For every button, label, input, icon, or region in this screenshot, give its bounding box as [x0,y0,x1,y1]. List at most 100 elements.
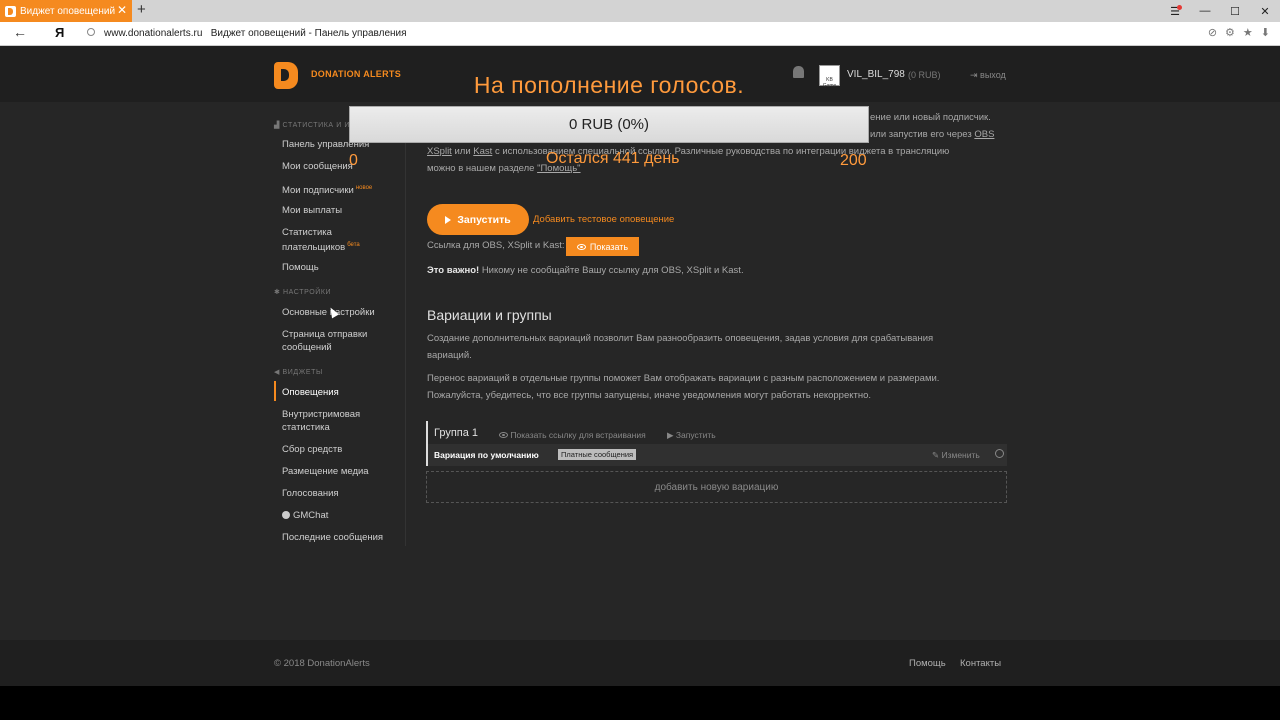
edit-label: Изменить [941,450,980,460]
xsplit-link[interactable]: XSplit [427,146,452,157]
intro-text-fragment: можно в нашем разделе [427,163,535,174]
launch-button[interactable]: Запустить [427,204,529,235]
goal-target-value: 200 [840,152,867,169]
add-test-alert-link[interactable]: Добавить тестовое оповещение [533,214,674,225]
obs-link-label: Ссылка для OBS, XSplit и Kast: [427,240,565,251]
sidebar-item-payer-stats[interactable]: Статистика плательщиков бета [282,226,406,254]
group-launch-button[interactable]: ▶ Запустить [667,430,716,441]
sidebar-item-gmchat[interactable]: GMChat [282,509,406,522]
new-tab-button[interactable]: + [137,1,146,18]
sidebar-section-settings: ✱ НАСТРОЙКИ [274,289,332,296]
variations-desc-2b: Пожалуйста, убедитесь, что все группы за… [427,390,872,401]
sidebar-section-widgets: ◀ ВИДЖЕТЫ [274,369,323,376]
browser-menu-icon[interactable]: ☰ [1160,0,1190,22]
show-link-button[interactable]: Показать [566,237,639,256]
goal-days-left: Остался 441 день [546,150,680,167]
browser-tab-active[interactable]: Виджет оповещений - П ✕ [0,0,132,22]
new-badge: новое [355,185,373,191]
footer-help-link[interactable]: Помощь [909,658,946,669]
sidebar-item-main-settings[interactable]: Основные настройки [282,306,406,319]
gmchat-icon [282,511,290,519]
kast-link[interactable]: Kast [473,146,492,157]
tab-close-icon[interactable]: ✕ [117,3,127,17]
sidebar-item-send-page[interactable]: Страница отправки сообщений [282,328,406,354]
close-window-button[interactable]: ✕ [1250,0,1280,22]
maximize-button[interactable]: ☐ [1220,0,1250,22]
intro-text-fragment: или запустив его через [870,129,972,140]
add-variation-button[interactable]: добавить новую вариацию [426,471,1007,503]
variation-options-icon[interactable] [995,449,1004,458]
sidebar-item-subscribers[interactable]: Мои подписчики новое [282,182,406,197]
sidebar-item-media[interactable]: Размещение медиа [282,465,406,478]
goal-progress-bar: 0 RUB (0%) [349,106,869,143]
launch-button-label: Запустить [457,213,511,226]
sidebar-item-fundraising[interactable]: Сбор средств [282,443,406,456]
url-page-title: Виджет оповещений - Панель управления [210,28,407,39]
sidebar-item-stream-stats[interactable]: Внутристримовая статистика [282,408,406,434]
url-domain: www.donationalerts.ru [104,28,203,39]
variation-name: Вариация по умолчанию [434,450,539,460]
address-bar: ← Я www.donationalerts.ru Виджет оповеще… [0,22,1280,46]
eye-icon [576,243,586,250]
warning-bold: Это важно! [427,265,480,276]
group-header: Группа 1 Показать ссылку для встраивания… [426,421,1007,444]
active-indicator [274,381,276,401]
show-button-label: Показать [589,241,629,252]
back-arrow-icon[interactable]: ← [13,24,27,40]
block-icon[interactable]: ⊘ [1208,26,1217,39]
goal-progress-text: 0 RUB (0%) [568,116,650,133]
play-icon [445,215,452,224]
group-launch-label: Запустить [675,430,716,440]
minimize-button[interactable]: — [1190,0,1220,22]
sidebar-item-alerts[interactable]: Оповещения [282,386,406,399]
sidebar-item-help[interactable]: Помощь [282,261,406,274]
edit-variation-button[interactable]: ✎ Изменить [932,450,980,461]
yandex-logo-icon[interactable]: Я [55,25,64,40]
intro-text-line2: или запустив его через OBS [870,126,994,143]
group-name[interactable]: Группа 1 [434,427,478,439]
intro-text-line1: ение или новый подписчик. [870,112,991,123]
obs-link[interactable]: OBS [974,129,994,140]
variations-desc-2a: Перенос вариаций в отдельные группы помо… [427,373,940,384]
tab-title: Виджет оповещений - П [20,5,116,17]
footer-contacts-link[interactable]: Контакты [960,658,1001,669]
site-footer: © 2018 DonationAlerts Помощь Контакты [0,640,1280,686]
variations-title: Вариации и группы [427,307,552,323]
bookmark-star-icon[interactable]: ★ [1243,26,1253,39]
sidebar-item-last-messages[interactable]: Последние сообщения [282,531,406,544]
browser-tab-bar: Виджет оповещений - П ✕ + ☰ — ☐ ✕ [0,0,1280,22]
address-bar-icons: ⊘ ⚙ ★ ⬇ [1208,26,1270,39]
connection-icon[interactable] [87,28,95,36]
copyright: © 2018 DonationAlerts [274,658,370,669]
embed-link-label: Показать ссылку для встраивания [510,430,646,440]
window-controls: ☰ — ☐ ✕ [1160,0,1280,22]
extension-icon[interactable]: ⚙ [1225,26,1235,39]
intro-text-line3: XSplit или Kast с использованием специал… [427,143,949,160]
download-icon[interactable]: ⬇ [1261,26,1270,39]
goal-title: На пополнение голосов. [473,72,745,98]
eye-icon [499,432,508,438]
url-field[interactable]: www.donationalerts.ru Виджет оповещений … [104,28,407,39]
goal-start-value: 0 [349,152,358,169]
group-panel: Группа 1 Показать ссылку для встраивания… [426,421,1007,504]
beta-badge: бета [347,242,360,248]
intro-text-fragment: или [454,146,471,157]
sidebar-section-label: НАСТРОЙКИ [283,289,332,296]
variation-tag: Платные сообщения [558,449,637,460]
sidebar-item-label: Мои подписчики [282,185,354,197]
variations-desc-1b: вариаций. [427,350,472,361]
variations-desc-1a: Создание дополнительных вариаций позволи… [427,333,934,344]
sidebar-item-voting[interactable]: Голосования [282,487,406,500]
sidebar-item-label: GMChat [293,510,329,521]
variation-row[interactable]: Вариация по умолчанию Платные сообщения … [426,444,1007,466]
sidebar-section-label: СТАТИСТИКА И И [282,122,351,129]
sidebar-item-messages[interactable]: Мои сообщения [282,160,406,173]
warning-body: Никому не сообщайте Вашу ссылку для OBS,… [481,265,744,276]
donationalerts-favicon-icon [5,5,16,17]
sidebar: ▟ СТАТИСТИКА И И Панель управления Мои с… [274,116,406,546]
sidebar-item-payouts[interactable]: Мои выплаты [282,204,406,217]
warning-text: Это важно! Никому не сообщайте Вашу ссыл… [427,265,744,276]
sidebar-section-label: ВИДЖЕТЫ [282,369,323,376]
embed-link-button[interactable]: Показать ссылку для встраивания [499,430,646,440]
sidebar-item-label: Статистика плательщиков [282,227,346,254]
